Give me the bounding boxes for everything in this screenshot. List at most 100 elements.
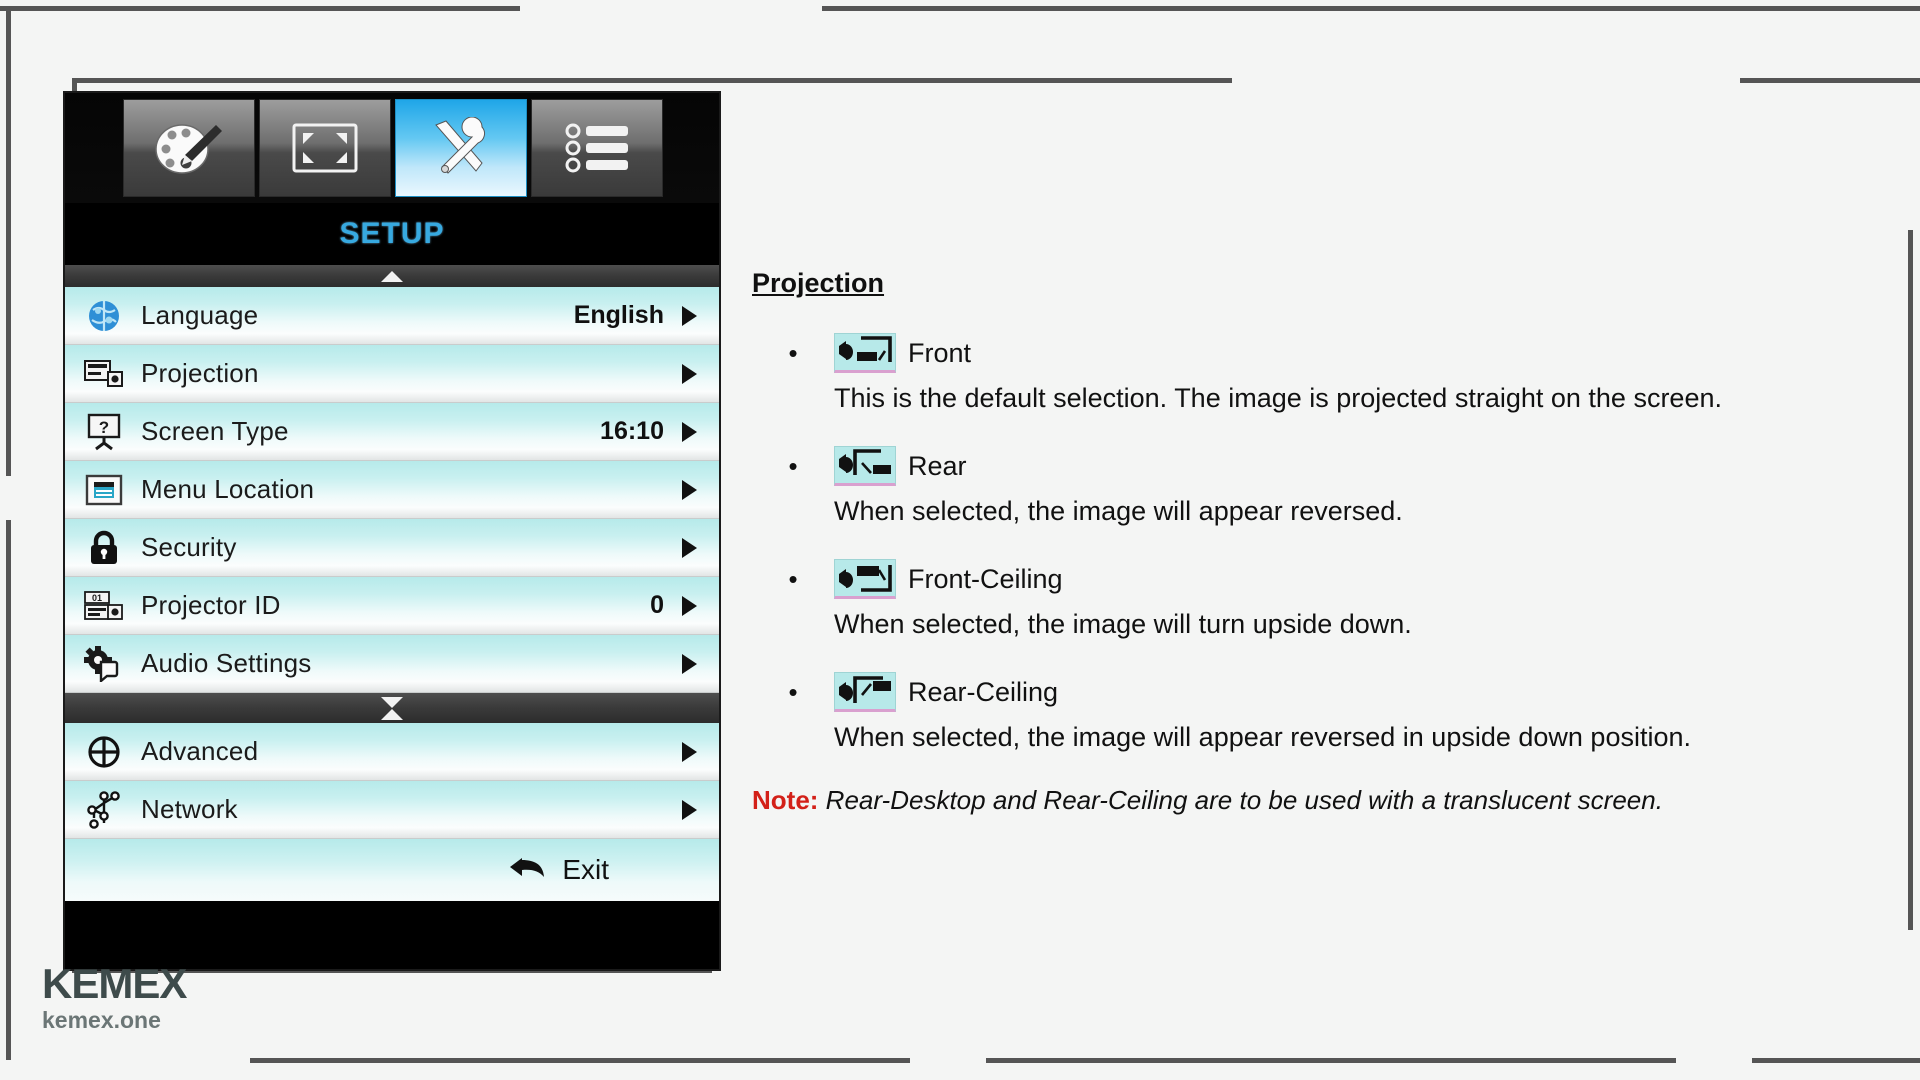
menu-item-advanced[interactable]: Advanced [65, 723, 719, 781]
options-tab[interactable] [531, 99, 663, 197]
svg-text:01: 01 [92, 593, 102, 603]
projection-help-content: Projection • Front This is the default s… [752, 268, 1912, 816]
bullet-icon: • [788, 338, 798, 368]
content-heading: Projection [752, 268, 885, 298]
frame-line-top-inner [72, 78, 1232, 83]
menu-item-network[interactable]: Network [65, 781, 719, 839]
list-item: • Rear When selected, the image will app… [752, 442, 1912, 549]
exit-button[interactable]: Exit [65, 839, 719, 901]
option-header: Front [834, 329, 1912, 377]
menu-item-label: Advanced [141, 736, 259, 766]
chevron-right-icon[interactable] [682, 363, 697, 384]
menu-item-label: Projector ID [141, 590, 281, 620]
bullet-icon: • [788, 677, 798, 707]
menu-item-label: Network [141, 794, 238, 824]
projection-front-ceiling-icon [834, 559, 896, 599]
logo-brand-text: KEMEX [42, 960, 187, 1007]
menu-item-label: Language [141, 300, 259, 330]
frame-line-top-inner-right [1740, 78, 1920, 83]
scroll-down-strip[interactable] [65, 693, 719, 723]
menu-item-projection[interactable]: Projection [65, 345, 719, 403]
menu-item-label: Screen Type [141, 416, 289, 446]
exit-label: Exit [562, 854, 609, 885]
menu-list-top: Language English Projection ? Screen Typ… [65, 287, 719, 693]
list-item-body: Rear When selected, the image will appea… [834, 442, 1912, 549]
chevron-right-icon[interactable] [682, 653, 697, 674]
projection-rear-icon [834, 446, 896, 486]
option-header: Rear-Ceiling [834, 668, 1912, 716]
svg-text:?: ? [99, 418, 109, 437]
frame-line-left-outer [6, 6, 11, 476]
network-nodes-icon [81, 790, 127, 829]
menu-item-value: English [573, 301, 664, 329]
tools-wrench-screwdriver-icon [426, 117, 496, 179]
projector-id-icon: 01 [81, 590, 127, 622]
chevron-right-icon[interactable] [682, 537, 697, 558]
image-tab[interactable] [123, 99, 255, 197]
bullet-icon: • [788, 564, 798, 594]
menu-item-label: Menu Location [141, 474, 315, 504]
projection-screen-icon [81, 358, 127, 390]
scroll-up-icon[interactable] [381, 270, 403, 282]
logo-domain-text: kemex.one [42, 1007, 161, 1033]
option-description: When selected, the image will turn upsid… [834, 609, 1412, 639]
scroll-up-icon-secondary[interactable] [381, 708, 403, 720]
osd-title-bar: SETUP [65, 203, 719, 265]
menu-item-security[interactable]: Security [65, 519, 719, 577]
chevron-right-icon[interactable] [682, 595, 697, 616]
option-name: Rear [908, 450, 967, 481]
menu-item-language[interactable]: Language English [65, 287, 719, 345]
chevron-right-icon[interactable] [682, 741, 697, 762]
menu-location-icon [81, 474, 127, 506]
frame-line-bottom-outer-l [250, 1058, 910, 1063]
frame-line-top-outer-left [0, 6, 520, 11]
page-title: SETUP [339, 217, 445, 250]
menu-list-bottom: Advanced Network Exit [65, 723, 719, 901]
note-text: Rear-Desktop and Rear-Ceiling are to be … [825, 785, 1663, 815]
kemex-logo: KEMEX kemex.one [42, 960, 187, 1034]
display-tab[interactable] [259, 99, 391, 197]
menu-item-audio-settings[interactable]: Audio Settings [65, 635, 719, 693]
note-label: Note: [752, 785, 819, 815]
projection-rear-ceiling-icon [834, 672, 896, 712]
list-item: • Front-Ceiling When selected, the image… [752, 555, 1912, 662]
page-root: SETUP Language English Projection ? Scre… [0, 0, 1920, 1080]
chevron-right-icon[interactable] [682, 305, 697, 326]
option-header: Rear [834, 442, 1912, 490]
list-item: • Rear-Ceiling When selected, the image … [752, 668, 1912, 775]
option-description: When selected, the image will appear rev… [834, 496, 1403, 526]
lock-icon [81, 530, 127, 566]
chevron-right-icon[interactable] [682, 479, 697, 500]
palette-brush-icon [152, 119, 226, 177]
frame-line-bottom-outer-r2 [1752, 1058, 1920, 1063]
option-description: When selected, the image will appear rev… [834, 722, 1691, 752]
setup-tab[interactable] [395, 99, 527, 197]
back-arrow-icon [508, 854, 546, 887]
globe-icon [81, 299, 127, 333]
menu-item-screen-type[interactable]: ? Screen Type 16:10 [65, 403, 719, 461]
menu-item-value: 16:10 [600, 417, 664, 445]
advanced-crosshair-icon [81, 735, 127, 769]
projection-front-icon [834, 333, 896, 373]
audio-settings-icon [81, 645, 127, 682]
chevron-right-icon[interactable] [682, 799, 697, 820]
menu-item-projector-id[interactable]: 01 Projector ID 0 [65, 577, 719, 635]
list-item-body: Rear-Ceiling When selected, the image wi… [834, 668, 1912, 775]
osd-menu-panel: SETUP Language English Projection ? Scre… [63, 91, 721, 971]
scroll-up-strip[interactable] [65, 265, 719, 287]
option-name: Front-Ceiling [908, 563, 1063, 594]
note: Note: Rear-Desktop and Rear-Ceiling are … [752, 785, 1912, 816]
menu-item-label: Audio Settings [141, 648, 312, 678]
menu-item-menu-location[interactable]: Menu Location [65, 461, 719, 519]
frame-line-bottom-outer-r [986, 1058, 1676, 1063]
option-header: Front-Ceiling [834, 555, 1912, 603]
frame-line-left-outer2 [6, 520, 11, 1060]
scroll-down-icon[interactable] [381, 696, 403, 708]
menu-item-label: Projection [141, 358, 259, 388]
list-item-body: Front-Ceiling When selected, the image w… [834, 555, 1912, 662]
option-description: This is the default selection. The image… [834, 383, 1722, 413]
chevron-right-icon[interactable] [682, 421, 697, 442]
menu-item-label: Security [141, 532, 237, 562]
bullet-icon: • [788, 451, 798, 481]
option-name: Rear-Ceiling [908, 676, 1059, 707]
